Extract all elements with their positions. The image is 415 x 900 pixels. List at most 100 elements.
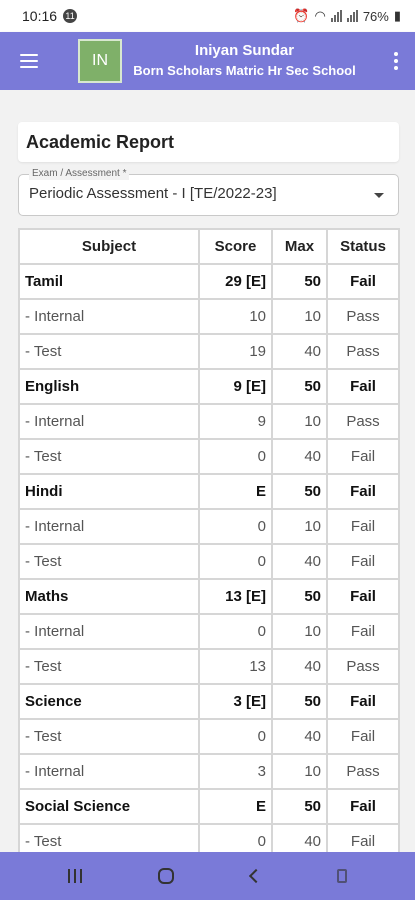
cell-status: Fail	[328, 370, 398, 403]
cell-score: 3	[200, 755, 271, 788]
cell-score: E	[200, 475, 271, 508]
menu-icon[interactable]	[0, 32, 58, 90]
component-row: - Internal 3 10 Pass	[20, 755, 398, 788]
exam-select[interactable]: Exam / Assessment * Periodic Assessment …	[18, 168, 399, 216]
cell-subject: - Internal	[20, 755, 198, 788]
cell-subject: - Test	[20, 650, 198, 683]
main-content[interactable]: Academic Report Exam / Assessment * Peri…	[0, 90, 415, 852]
cell-subject: - Test	[20, 335, 198, 368]
back-icon[interactable]	[248, 868, 263, 884]
page-title: Academic Report	[26, 131, 175, 152]
cell-subject: Hindi	[20, 475, 198, 508]
cell-status: Fail	[328, 510, 398, 543]
component-row: - Test 0 40 Fail	[20, 825, 398, 852]
header-max: Max	[273, 230, 326, 263]
cell-max: 40	[273, 335, 326, 368]
home-icon[interactable]	[158, 868, 175, 884]
report-table: Subject Score Max Status Tamil 29 [E] 50 Fa…	[18, 228, 400, 852]
cell-max: 40	[273, 650, 326, 683]
cell-max: 40	[273, 545, 326, 578]
exam-select-value[interactable]: Periodic Assessment - I [TE/2022-23]	[29, 185, 277, 202]
subject-row: Tamil 29 [E] 50 Fail	[20, 265, 398, 298]
cell-status: Fail	[328, 265, 398, 298]
header-status: Status	[328, 230, 398, 263]
app-bar: IN Iniyan Sundar Born Scholars Matric Hr…	[0, 32, 415, 90]
cell-max: 40	[273, 720, 326, 753]
avatar[interactable]: IN	[78, 39, 122, 83]
cell-score: 0	[200, 510, 271, 543]
component-row: - Test 0 40 Fail	[20, 545, 398, 578]
report-table-body: Tamil 29 [E] 50 Fail - Internal 10 10 Pass - Tes…	[20, 265, 398, 852]
cell-status: Fail	[328, 475, 398, 508]
cell-subject: - Test	[20, 720, 198, 753]
cell-max: 40	[273, 440, 326, 473]
cell-status: Fail	[328, 685, 398, 718]
cell-status: Fail	[328, 825, 398, 852]
cell-max: 50	[273, 265, 326, 298]
cell-status: Pass	[328, 650, 398, 683]
cell-score: 0	[200, 825, 271, 852]
more-options-icon[interactable]	[377, 32, 415, 90]
school-name: Born Scholars Matric Hr Sec School	[133, 63, 356, 78]
cell-score: 0	[200, 720, 271, 753]
cell-subject: Maths	[20, 580, 198, 613]
cell-score: 9 [E]	[200, 370, 271, 403]
cell-subject: - Internal	[20, 510, 198, 543]
cell-subject: Science	[20, 685, 198, 718]
battery-icon: ▮	[393, 8, 401, 23]
cell-max: 50	[273, 475, 326, 508]
cell-score: 3 [E]	[200, 685, 271, 718]
cell-status: Fail	[328, 440, 398, 473]
cell-subject: Social Science	[20, 790, 198, 823]
cell-score: 13 [E]	[200, 580, 271, 613]
cell-subject: - Internal	[20, 300, 198, 333]
recent-apps-icon[interactable]	[68, 869, 83, 883]
cell-max: 40	[273, 825, 326, 852]
cell-max: 50	[273, 685, 326, 718]
exam-select-label: Exam / Assessment *	[29, 168, 130, 180]
cell-score: 0	[200, 545, 271, 578]
student-name: Iniyan Sundar	[194, 42, 295, 59]
cell-max: 10	[273, 615, 326, 648]
notification-badge-icon: 11	[63, 9, 78, 23]
cell-subject: - Internal	[20, 615, 198, 648]
component-row: - Test 13 40 Pass	[20, 650, 398, 683]
keyboard-switch-icon[interactable]	[336, 869, 347, 883]
signal-2-icon	[346, 10, 358, 22]
component-row: - Internal 0 10 Fail	[20, 615, 398, 648]
cell-status: Fail	[328, 580, 398, 613]
cell-score: E	[200, 790, 271, 823]
cell-status: Pass	[328, 405, 398, 438]
cell-status: Fail	[328, 545, 398, 578]
app-titles: Iniyan Sundar Born Scholars Matric Hr Se…	[122, 41, 377, 81]
cell-score: 29 [E]	[200, 265, 271, 298]
dropdown-caret-icon[interactable]	[374, 193, 384, 198]
wifi-icon: ◠	[314, 8, 326, 23]
cell-max: 50	[273, 580, 326, 613]
subject-row: English 9 [E] 50 Fail	[20, 370, 398, 403]
component-row: - Test 0 40 Fail	[20, 720, 398, 753]
cell-subject: English	[20, 370, 198, 403]
cell-status: Fail	[328, 720, 398, 753]
cell-status: Fail	[328, 615, 398, 648]
cell-score: 9	[200, 405, 271, 438]
component-row: - Test 19 40 Pass	[20, 335, 398, 368]
page-title-card: Academic Report	[18, 122, 399, 162]
alarm-icon: ⏰	[293, 8, 310, 23]
cell-max: 50	[273, 370, 326, 403]
battery-text: 76%	[362, 8, 389, 24]
subject-row: Science 3 [E] 50 Fail	[20, 685, 398, 718]
subject-row: Social Science E 50 Fail	[20, 790, 398, 823]
cell-status: Pass	[328, 755, 398, 788]
cell-score: 0	[200, 440, 271, 473]
cell-max: 10	[273, 300, 326, 333]
cell-subject: Tamil	[20, 265, 198, 298]
header-score: Score	[200, 230, 271, 263]
subject-row: Maths 13 [E] 50 Fail	[20, 580, 398, 613]
component-row: - Internal 0 10 Fail	[20, 510, 398, 543]
cell-score: 13	[200, 650, 271, 683]
cell-subject: - Test	[20, 545, 198, 578]
cell-subject: - Internal	[20, 405, 198, 438]
subject-row: Hindi E 50 Fail	[20, 475, 398, 508]
system-nav-bar	[0, 852, 415, 900]
